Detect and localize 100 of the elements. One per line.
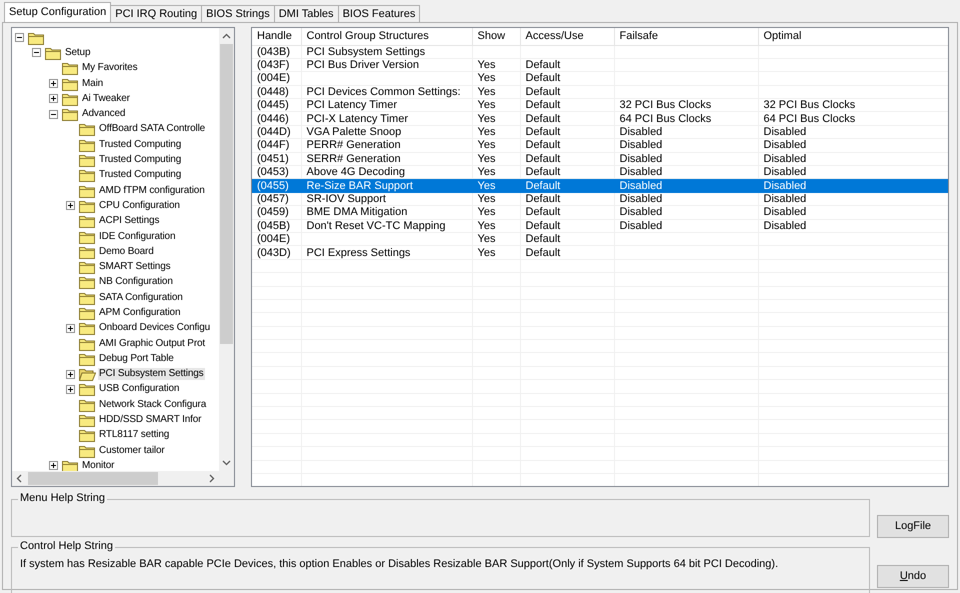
scrollbar-thumb[interactable] <box>220 44 233 344</box>
table-row[interactable]: (0455) Re-Size BAR Support Yes Default Disabled Disabled <box>252 178 948 192</box>
table-cell: Yes <box>478 166 496 178</box>
table-cell: Disabled <box>764 220 806 232</box>
tree-item[interactable]: Advanced <box>81 108 126 120</box>
table-cell: Re-Size BAR Support <box>306 180 413 192</box>
table-cell: Default <box>526 233 560 246</box>
table-row[interactable]: (043B) PCI Subsystem Settings <box>252 45 948 58</box>
table-row[interactable]: (045B) Don't Reset VC-TC Mapping Yes Default Disabled Disabled <box>252 219 948 232</box>
expand-icon[interactable] <box>49 461 58 470</box>
column-header[interactable]: Optimal <box>758 28 948 45</box>
expand-icon[interactable] <box>66 324 75 333</box>
table-cell: Yes <box>478 233 496 246</box>
table-row[interactable]: (0448) PCI Devices Common Settings: Yes Default <box>252 85 948 99</box>
column-header[interactable]: Failsafe <box>614 28 758 45</box>
tree-item[interactable]: Trusted Computing <box>98 154 182 166</box>
table-row[interactable]: (0451) SERR# Generation Yes Default Disabled Disabled <box>252 152 948 166</box>
column-header[interactable]: Show <box>472 28 520 45</box>
table-cell: 32 PCI Bus Clocks <box>620 99 712 112</box>
collapse-icon[interactable] <box>49 110 58 119</box>
undo-button[interactable]: Undo <box>877 565 949 588</box>
expand-icon[interactable] <box>49 94 58 104</box>
table-cell: (043F) <box>257 59 290 72</box>
tree-item[interactable]: NB Configuration <box>98 276 174 288</box>
tree-item[interactable]: RTL8117 setting <box>98 429 170 442</box>
logfile-button[interactable]: LogFile <box>877 515 949 538</box>
table-cell: (043D) <box>257 246 291 259</box>
tree-item[interactable]: SATA Configuration <box>98 292 184 304</box>
tree-item[interactable]: CPU Configuration <box>98 200 181 212</box>
collapse-icon[interactable] <box>15 33 24 42</box>
tree-item[interactable]: SMART Settings <box>98 261 172 274</box>
tab[interactable]: BIOS Features <box>338 5 420 22</box>
tree-item[interactable]: My Favorites <box>81 62 138 74</box>
tree-item[interactable]: Demo Board <box>98 246 155 258</box>
table-row[interactable]: (044D) VGA Palette Snoop Yes Default Disabled Disabled <box>252 125 948 139</box>
tree-item[interactable]: APM Configuration <box>98 306 182 319</box>
table-row[interactable]: (0459) BME DMA Mitigation Yes Default Disabled Disabled <box>252 206 948 220</box>
tab[interactable]: PCI IRQ Routing <box>110 5 202 22</box>
table-row[interactable]: (004E) Yes Default <box>252 72 948 86</box>
tree-item[interactable]: IDE Configuration <box>98 230 176 242</box>
tree-item[interactable]: USB Configuration <box>98 383 180 396</box>
scroll-down-icon[interactable] <box>222 460 231 466</box>
folder-icon <box>79 306 96 320</box>
tree-item[interactable]: Monitor <box>81 460 116 471</box>
table-cell: (0459) <box>257 206 289 218</box>
column-header[interactable]: Control Group Structures <box>301 28 472 45</box>
tree-item[interactable]: Main <box>81 78 104 90</box>
scroll-left-icon[interactable] <box>16 474 22 483</box>
tree-item[interactable]: Trusted Computing <box>98 138 182 151</box>
tree-item[interactable]: OffBoard SATA Controlle <box>98 123 206 136</box>
table-cell: Yes <box>478 126 496 138</box>
tree-item[interactable]: ACPI Settings <box>98 215 160 228</box>
tree-item[interactable]: AMI Graphic Output Prot <box>98 338 206 350</box>
table-row[interactable]: (0446) PCI-X Latency Timer Yes Default 64 PCI Bus Clocks 64 PCI Bus Clocks <box>252 112 948 126</box>
table-cell: Disabled <box>764 192 806 205</box>
table-row[interactable]: (044F) PERR# Generation Yes Default Disabled Disabled <box>252 138 948 152</box>
table-row[interactable]: (043F) PCI Bus Driver Version Yes Default <box>252 58 948 72</box>
tree-item[interactable]: Onboard Devices Configu <box>98 322 212 334</box>
tree-item[interactable]: HDD/SSD SMART Infor <box>98 414 202 426</box>
tree-item[interactable]: Setup <box>64 46 92 59</box>
table-cell: Default <box>526 126 560 138</box>
collapse-icon[interactable] <box>32 48 41 58</box>
tree-item[interactable]: PCI Subsystem Settings <box>98 368 205 380</box>
expand-icon[interactable] <box>66 370 75 379</box>
column-header[interactable]: Access/Use <box>520 28 614 45</box>
folder-icon <box>79 244 96 259</box>
table-cell: Default <box>526 99 560 112</box>
table-cell: PCI Latency Timer <box>306 99 397 112</box>
folder-icon <box>79 214 96 228</box>
expand-icon[interactable] <box>66 201 75 210</box>
folder-icon <box>79 138 96 152</box>
table-row[interactable]: (004E) Yes Default <box>252 232 948 246</box>
folder-icon <box>79 444 96 458</box>
scrollbar-thumb[interactable] <box>28 472 158 485</box>
table-cell: Default <box>526 166 560 178</box>
table-cell: Disabled <box>764 206 806 218</box>
tree-item[interactable]: Debug Port Table <box>98 352 175 365</box>
tab[interactable]: Setup Configuration <box>4 2 112 22</box>
tree-item[interactable]: Ai Tweaker <box>81 92 131 105</box>
table-cell: (0448) <box>257 86 289 98</box>
table-cell: (004E) <box>257 233 290 246</box>
table-row[interactable]: (043D) PCI Express Settings Yes Default <box>252 246 948 260</box>
table-row[interactable]: (0457) SR-IOV Support Yes Default Disabled Disabled <box>252 192 948 206</box>
tree-item[interactable]: Customer tailor <box>98 444 166 457</box>
folder-icon <box>79 260 96 274</box>
table-cell: (0453) <box>257 166 289 178</box>
column-header[interactable]: Handle <box>252 28 301 45</box>
table-cell: Yes <box>478 139 496 152</box>
table-row[interactable]: (0445) PCI Latency Timer Yes Default 32 PCI Bus Clocks 32 PCI Bus Clocks <box>252 98 948 112</box>
table-cell: SR-IOV Support <box>306 192 386 205</box>
expand-icon[interactable] <box>49 79 58 88</box>
folder-icon <box>79 290 96 305</box>
tree-item[interactable]: AMD fTPM configuration <box>98 184 206 197</box>
scroll-up-icon[interactable] <box>222 33 231 39</box>
scroll-right-icon[interactable] <box>209 474 215 483</box>
expand-icon[interactable] <box>66 384 75 394</box>
tree-item[interactable]: Trusted Computing <box>98 169 182 182</box>
tab[interactable]: BIOS Strings <box>201 5 275 22</box>
table-cell: Yes <box>478 86 496 98</box>
tree-item[interactable]: Network Stack Configura <box>98 398 208 411</box>
